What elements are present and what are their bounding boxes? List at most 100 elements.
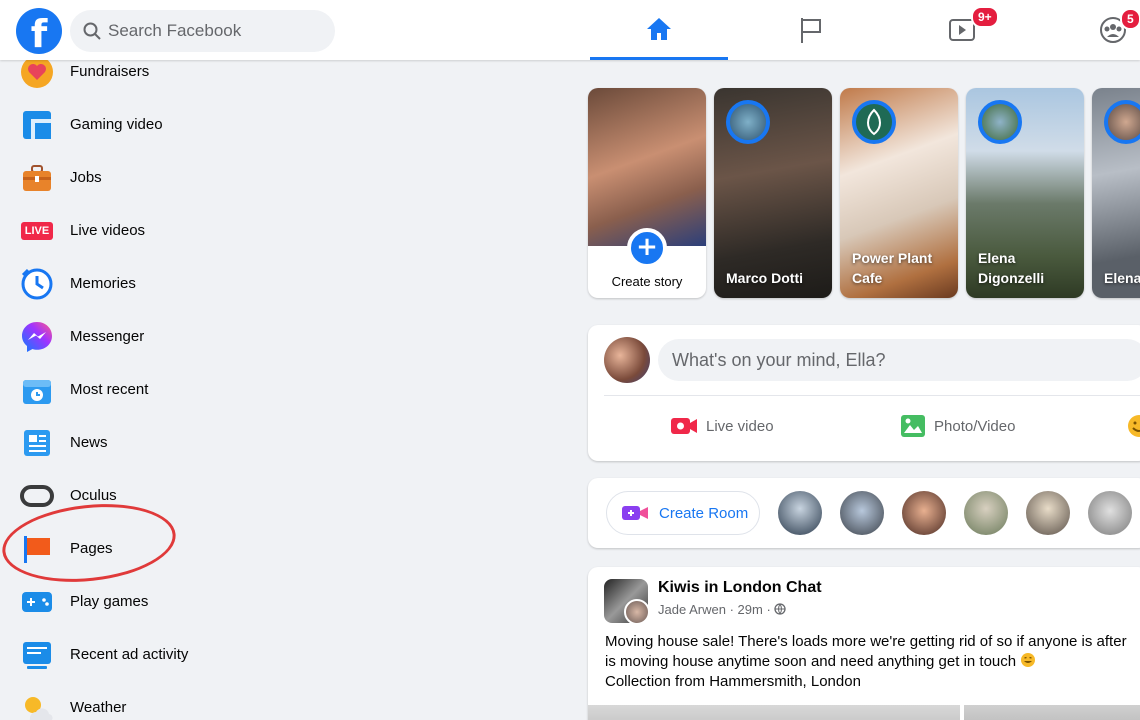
globe-icon <box>774 603 787 615</box>
feed-post: Kiwis in London Chat Jade Arwen · 29m · … <box>588 567 1140 720</box>
story-name: Power Plant Cafe <box>852 250 933 286</box>
meta-separator: · <box>766 602 775 617</box>
friend-avatar[interactable] <box>1088 491 1132 535</box>
friend-avatar[interactable] <box>1026 491 1070 535</box>
story-name: Elena Digonzelli <box>978 250 1045 286</box>
facebook-logo-icon[interactable]: f <box>16 8 62 54</box>
sidebar-item-label: Recent ad activity <box>70 646 189 663</box>
post-text-line: Moving house sale! There's loads more we… <box>605 633 1127 650</box>
messenger-icon <box>18 318 56 356</box>
story-avatar <box>978 100 1022 144</box>
rooms-bar: Create Room <box>588 478 1140 548</box>
post-image[interactable] <box>964 705 1140 720</box>
flag-outline-icon <box>801 18 821 43</box>
tab-watch[interactable]: 9+ <box>893 0 1031 60</box>
create-room-button[interactable]: Create Room <box>606 491 760 535</box>
sidebar-item-label: Memories <box>70 275 136 292</box>
tab-groups[interactable]: 5 <box>1044 0 1140 60</box>
plus-icon: + <box>627 228 667 268</box>
live-icon-text: LIVE <box>20 221 54 240</box>
whats-on-your-mind-input[interactable]: What's on your mind, Ella? <box>658 339 1140 381</box>
story-avatar <box>1104 100 1140 144</box>
sidebar-item-label: Messenger <box>70 328 145 345</box>
weather-icon <box>18 689 56 720</box>
gaming-video-icon <box>18 106 56 144</box>
friend-avatar[interactable] <box>840 491 884 535</box>
sidebar-item-gaming-video[interactable]: Gaming video <box>18 98 418 151</box>
profile-photo <box>588 88 706 246</box>
watch-notification-badge: 9+ <box>971 6 999 28</box>
sidebar-item-news[interactable]: News <box>18 416 418 469</box>
sidebar-item-label: Fundraisers <box>70 63 150 80</box>
photo-video-button[interactable]: Photo/Video <box>900 411 1015 441</box>
live-icon: LIVE <box>18 212 56 250</box>
gamepad-icon <box>18 583 56 621</box>
post-meta: Jade Arwen · 29m · <box>658 602 787 617</box>
post-text-line: is moving house anytime soon and need an… <box>605 653 1017 670</box>
sidebar-item-memories[interactable]: Memories <box>18 257 418 310</box>
avatar[interactable] <box>604 337 650 383</box>
group-name[interactable]: Kiwis in London Chat <box>658 579 822 597</box>
story-card[interactable]: Elena Soña <box>1092 88 1140 298</box>
news-icon <box>18 424 56 462</box>
story-name: Elena Soña <box>1104 270 1140 286</box>
sidebar-item-label: Jobs <box>70 169 102 186</box>
story-name: Marco Dotti <box>726 270 803 286</box>
live-video-icon <box>671 418 697 434</box>
story-card[interactable]: Power Plant Cafe <box>840 88 958 298</box>
sidebar-item-messenger[interactable]: Messenger <box>18 310 418 363</box>
post-text: Moving house sale! There's loads more we… <box>605 632 1140 692</box>
story-avatar <box>726 100 770 144</box>
story-card[interactable]: Marco Dotti <box>714 88 832 298</box>
post-time[interactable]: 29m <box>738 602 763 617</box>
author-avatar[interactable] <box>624 599 650 625</box>
oculus-icon <box>18 477 56 515</box>
search-input[interactable] <box>108 10 328 52</box>
home-icon <box>647 17 671 40</box>
live-video-label: Live video <box>706 417 774 435</box>
sidebar-item-label: Play games <box>70 593 149 610</box>
tab-pages[interactable] <box>742 0 880 60</box>
groups-notification-badge: 5 <box>1120 8 1140 30</box>
grinning-emoji-icon <box>1021 653 1036 667</box>
sidebar-item-play-games[interactable]: Play games <box>18 575 418 628</box>
meta-separator: · <box>729 602 738 617</box>
friend-avatar[interactable] <box>902 491 946 535</box>
sidebar-item-label: Gaming video <box>70 116 163 133</box>
feeling-activity-button[interactable] <box>1126 411 1140 441</box>
friend-avatar[interactable] <box>964 491 1008 535</box>
leaf-icon <box>867 108 881 136</box>
most-recent-icon <box>18 371 56 409</box>
create-story-label: Create story <box>611 274 683 289</box>
sidebar-item-jobs[interactable]: Jobs <box>18 151 418 204</box>
post-author[interactable]: Jade Arwen <box>658 602 726 617</box>
briefcase-icon <box>18 159 56 197</box>
create-story-card[interactable]: + Create story <box>588 88 706 298</box>
friend-avatar[interactable] <box>778 491 822 535</box>
post-text-line: Collection from Hammersmith, London <box>605 673 861 690</box>
story-card[interactable]: Elena Digonzelli <box>966 88 1084 298</box>
photo-icon <box>901 415 925 437</box>
search-icon <box>83 22 101 40</box>
sidebar-item-recent-ad-activity[interactable]: Recent ad activity <box>18 628 418 681</box>
sidebar-item-label: News <box>70 434 108 451</box>
sidebar-item-most-recent[interactable]: Most recent <box>18 363 418 416</box>
search-box[interactable] <box>70 10 335 52</box>
sidebar-item-live-videos[interactable]: LIVE Live videos <box>18 204 418 257</box>
post-text-line-2: is moving house anytime soon and need an… <box>605 652 1140 672</box>
sidebar-item-label: Live videos <box>70 222 146 239</box>
video-camera-plus-icon <box>622 506 648 520</box>
sidebar-item-label: Weather <box>70 699 127 716</box>
photo-video-label: Photo/Video <box>934 417 1016 435</box>
sidebar-item-weather[interactable]: Weather <box>18 681 418 720</box>
post-image[interactable] <box>588 705 960 720</box>
top-bar: f 9+ 5 <box>0 0 1140 60</box>
tab-home[interactable] <box>590 0 728 60</box>
post-composer: What's on your mind, Ella? Live video Ph… <box>588 325 1140 461</box>
clock-icon <box>18 265 56 303</box>
live-video-button[interactable]: Live video <box>670 411 774 441</box>
ad-activity-icon <box>18 636 56 674</box>
create-room-label: Create Room <box>659 504 749 522</box>
sidebar-item-label: Most recent <box>70 381 149 398</box>
divider <box>604 395 1140 396</box>
